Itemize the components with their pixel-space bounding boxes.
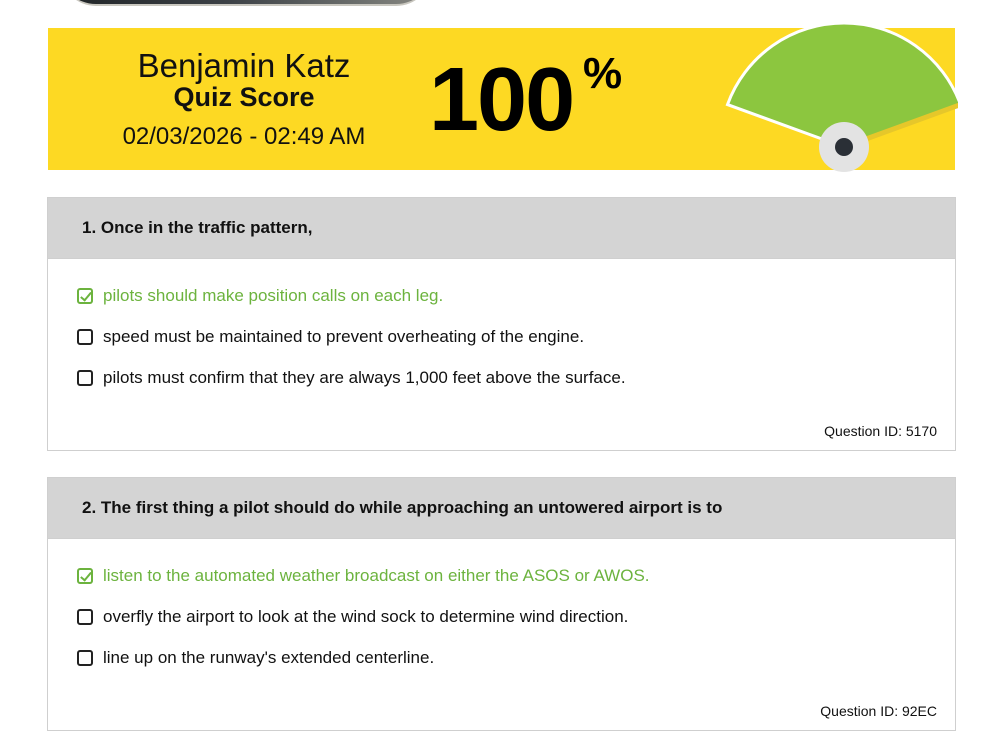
question-title: 2. The first thing a pilot should do whi… xyxy=(48,478,955,539)
header-photo xyxy=(60,0,432,6)
score-percent-sign: % xyxy=(583,49,623,98)
answer-text: listen to the automated weather broadcas… xyxy=(103,566,650,585)
answer-option[interactable]: pilots must confirm that they are always… xyxy=(77,368,626,388)
answer-option[interactable]: line up on the runway's extended centerl… xyxy=(77,648,434,668)
quiz-score-label: Quiz Score xyxy=(173,82,315,112)
answer-option[interactable]: pilots should make position calls on eac… xyxy=(77,286,443,306)
score-banner: Benjamin Katz Quiz Score 02/03/2026 - 02… xyxy=(48,21,958,172)
question-id: Question ID: 92EC xyxy=(820,703,937,719)
checkbox-icon[interactable] xyxy=(77,370,93,386)
answer-text: overfly the airport to look at the wind … xyxy=(103,607,629,626)
gauge-hub-center xyxy=(835,138,853,156)
question-title: 1. Once in the traffic pattern, xyxy=(48,198,955,259)
checkbox-icon[interactable] xyxy=(77,650,93,666)
question-id: Question ID: 5170 xyxy=(824,423,937,439)
question-card-1: 1. Once in the traffic pattern, pilots s… xyxy=(47,197,956,451)
answer-text: pilots should make position calls on eac… xyxy=(103,286,444,305)
checkbox-checked-icon[interactable] xyxy=(77,288,93,304)
answer-option[interactable]: speed must be maintained to prevent over… xyxy=(77,327,584,347)
answer-option[interactable]: listen to the automated weather broadcas… xyxy=(77,566,650,586)
checkbox-checked-icon[interactable] xyxy=(77,568,93,584)
checkbox-icon[interactable] xyxy=(77,609,93,625)
answer-text: line up on the runway's extended centerl… xyxy=(103,648,435,667)
score-gauge xyxy=(725,21,958,172)
answer-option[interactable]: overfly the airport to look at the wind … xyxy=(77,607,628,627)
score-value: 100 xyxy=(429,50,575,150)
checkbox-icon[interactable] xyxy=(77,329,93,345)
question-card-2: 2. The first thing a pilot should do whi… xyxy=(47,477,956,731)
answer-text: pilots must confirm that they are always… xyxy=(103,368,626,387)
student-name: Benjamin Katz xyxy=(137,47,351,84)
answer-text: speed must be maintained to prevent over… xyxy=(103,327,585,346)
quiz-date: 02/03/2026 - 02:49 AM xyxy=(122,123,366,150)
